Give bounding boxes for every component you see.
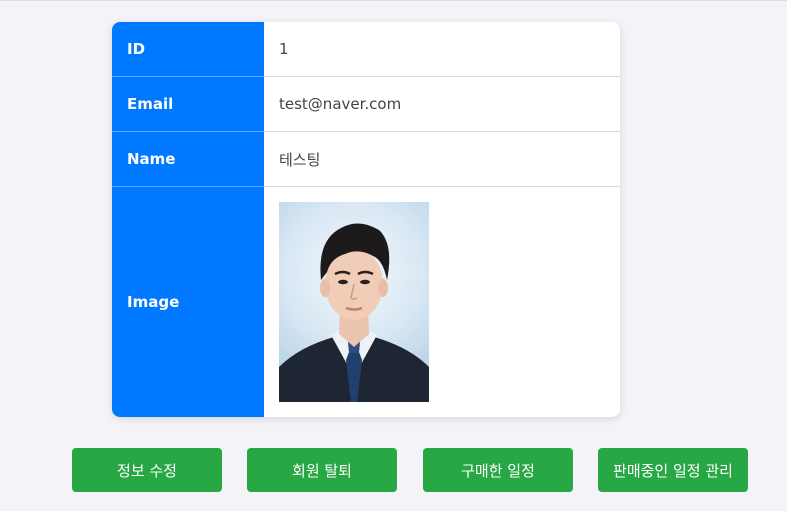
- id-value: 1: [264, 22, 620, 77]
- email-value: test@naver.com: [264, 77, 620, 132]
- image-label: Image: [112, 187, 264, 417]
- profile-card: ID 1 Email test@naver.com Name 테스팅 Image: [112, 22, 620, 417]
- name-label: Name: [112, 132, 264, 187]
- id-row: ID 1: [112, 22, 620, 77]
- edit-info-button[interactable]: 정보 수정: [72, 448, 222, 492]
- image-row: Image: [112, 187, 620, 417]
- purchased-schedules-button[interactable]: 구매한 일정: [423, 448, 573, 492]
- image-cell: [264, 187, 620, 417]
- name-row: Name 테스팅: [112, 132, 620, 187]
- profile-photo: [279, 202, 429, 402]
- email-row: Email test@naver.com: [112, 77, 620, 132]
- name-value: 테스팅: [264, 132, 620, 187]
- top-divider: [0, 0, 787, 1]
- withdraw-button[interactable]: 회원 탈퇴: [247, 448, 397, 492]
- manage-selling-schedules-button[interactable]: 판매중인 일정 관리: [598, 448, 748, 492]
- id-label: ID: [112, 22, 264, 77]
- email-label: Email: [112, 77, 264, 132]
